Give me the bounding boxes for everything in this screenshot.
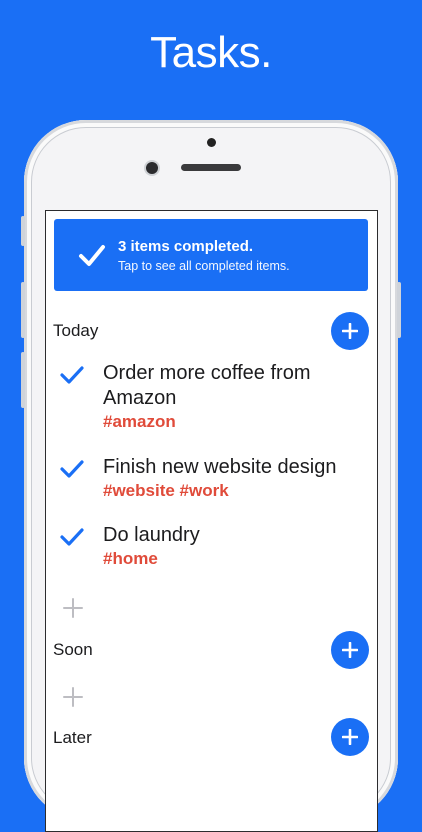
add-inline-plus-icon[interactable] xyxy=(63,598,83,618)
app-headline: Tasks. xyxy=(150,28,272,77)
mute-switch xyxy=(21,216,25,246)
check-icon[interactable] xyxy=(60,527,84,547)
task-title: Finish new website design xyxy=(103,456,337,478)
front-camera xyxy=(146,162,158,174)
banner-subtitle: Tap to see all completed items. xyxy=(118,259,290,273)
phone-frame: 3 items completed. Tap to see all comple… xyxy=(21,120,401,832)
add-task-soon-button[interactable] xyxy=(331,631,369,669)
section-label-soon: Soon xyxy=(53,640,93,659)
section-label-later: Later xyxy=(53,728,92,747)
app-screen: 3 items completed. Tap to see all comple… xyxy=(45,210,378,832)
proximity-sensor xyxy=(207,138,216,147)
task-title: Order more coffee from Amazon xyxy=(103,361,363,411)
task-tags[interactable]: #amazon xyxy=(103,411,176,433)
completed-banner[interactable]: 3 items completed. Tap to see all comple… xyxy=(54,219,368,291)
task-tags[interactable]: #website #work xyxy=(103,480,229,502)
plus-icon xyxy=(342,642,358,658)
plus-icon xyxy=(342,729,358,745)
power-button xyxy=(397,282,401,338)
plus-icon xyxy=(342,323,358,339)
add-task-today-button[interactable] xyxy=(331,312,369,350)
task-title-line: Amazon xyxy=(103,387,177,409)
check-icon[interactable] xyxy=(60,365,84,385)
volume-down-button xyxy=(21,352,25,408)
add-inline-plus-icon[interactable] xyxy=(63,687,83,707)
check-icon[interactable] xyxy=(60,459,84,479)
volume-up-button xyxy=(21,282,25,338)
section-label-today: Today xyxy=(53,321,99,340)
task-title-line: Order more coffee from xyxy=(103,362,311,384)
task-tags[interactable]: #home xyxy=(103,548,158,570)
task-title: Do laundry xyxy=(103,524,200,546)
add-task-later-button[interactable] xyxy=(331,718,369,756)
banner-title: 3 items completed. xyxy=(118,238,254,255)
checkmark-icon xyxy=(79,245,105,266)
earpiece-speaker xyxy=(181,164,241,171)
